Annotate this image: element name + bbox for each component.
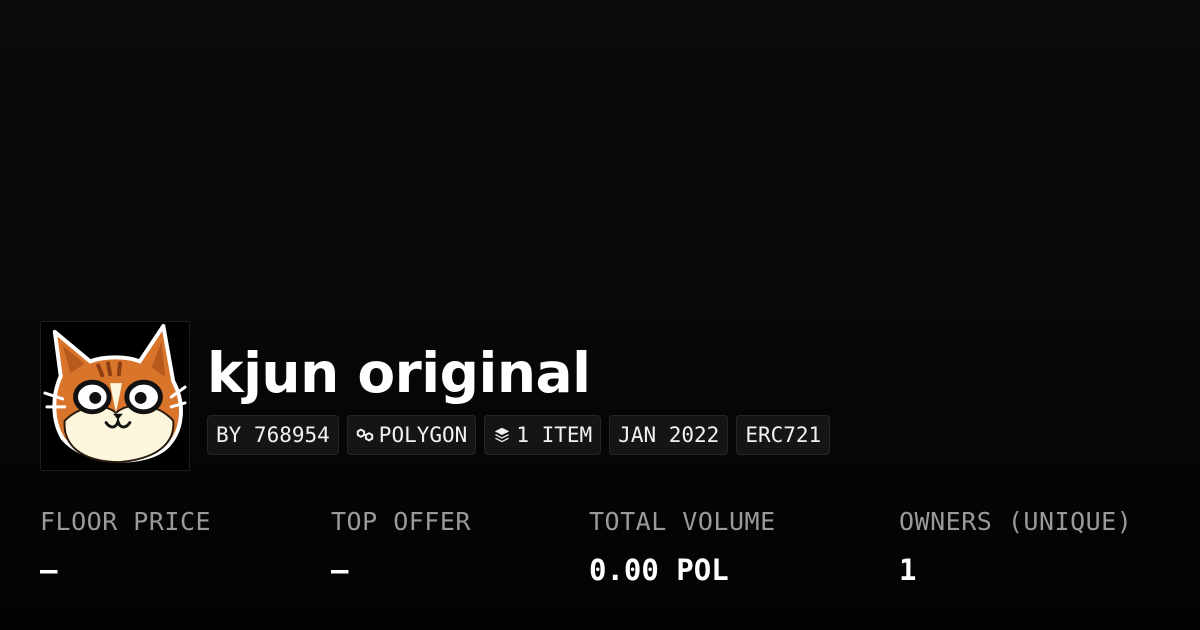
stat-label: TOP OFFER xyxy=(331,507,471,536)
items-label: 1 ITEM xyxy=(516,423,593,447)
stat-value: 0.00 POL xyxy=(589,553,729,587)
collection-chips: BY 768954 POLYGON 1 ITEM JAN 2022 ERC721 xyxy=(207,415,831,455)
collection-stats: FLOOR PRICE – TOP OFFER – TOTAL VOLUME 0… xyxy=(0,504,1200,604)
stat-total-volume: TOTAL VOLUME 0.00 POL xyxy=(589,504,776,590)
stat-value: – xyxy=(40,553,58,587)
items-chip[interactable]: 1 ITEM xyxy=(484,415,602,455)
collection-header: kjun original BY 768954 POLYGON 1 ITEM J… xyxy=(40,321,831,471)
collection-avatar xyxy=(40,321,190,471)
stat-value: – xyxy=(331,553,349,587)
standard-chip: ERC721 xyxy=(736,415,831,455)
cat-face-icon xyxy=(41,322,189,470)
date-chip: JAN 2022 xyxy=(609,415,729,455)
stat-top-offer: TOP OFFER – xyxy=(331,504,471,590)
stat-label: FLOOR PRICE xyxy=(40,507,212,536)
stat-value: 1 xyxy=(899,553,917,587)
chain-link-icon xyxy=(356,426,374,444)
chain-chip[interactable]: POLYGON xyxy=(346,415,477,455)
collection-title: kjun original xyxy=(207,341,591,405)
stat-floor-price: FLOOR PRICE – xyxy=(40,504,211,590)
creator-label: BY 768954 xyxy=(216,423,330,447)
stat-label: TOTAL VOLUME xyxy=(589,507,776,536)
standard-label: ERC721 xyxy=(745,423,822,447)
collection-preview-card: kjun original BY 768954 POLYGON 1 ITEM J… xyxy=(0,0,1200,630)
date-label: JAN 2022 xyxy=(618,423,720,447)
creator-chip[interactable]: BY 768954 xyxy=(207,415,339,455)
chain-label: POLYGON xyxy=(378,423,468,447)
layers-icon xyxy=(493,426,511,444)
stat-owners: OWNERS (UNIQUE) 1 xyxy=(899,504,1132,590)
title-block: kjun original BY 768954 POLYGON 1 ITEM J… xyxy=(207,321,831,455)
stat-label: OWNERS (UNIQUE) xyxy=(899,507,1133,536)
